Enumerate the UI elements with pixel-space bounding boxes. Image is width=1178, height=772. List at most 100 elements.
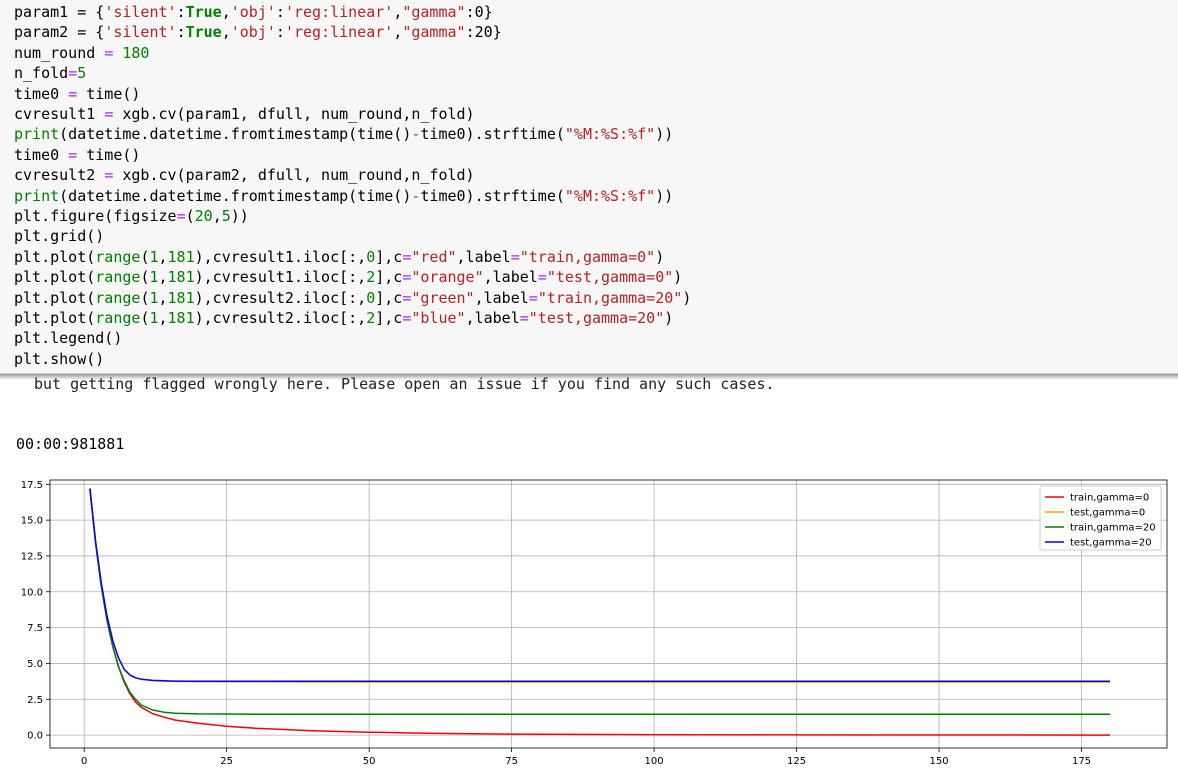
code-line: time0 = time(): [14, 84, 140, 104]
code-token: =: [528, 288, 538, 307]
code-token: 'silent': [104, 3, 177, 21]
code-token: "%M:%S:%f": [564, 186, 656, 205]
code-line: plt.figure(figsize=(20,5)): [14, 206, 249, 226]
code-token: ,label: [456, 247, 511, 266]
code-token: 1: [149, 288, 159, 307]
code-token: 5: [221, 207, 231, 225]
code-token: ,: [212, 207, 222, 225]
x-tick-label: 75: [505, 756, 518, 767]
code-token: ,: [158, 288, 168, 307]
code-token: time0: [14, 145, 69, 164]
y-tick-label: 15.0: [21, 516, 43, 527]
code-token: plt.grid(): [14, 227, 105, 246]
legend-label: test,gamma=0: [1070, 508, 1145, 519]
code-token: (datetime.datetime.fromtimestamp(time(): [59, 186, 412, 205]
code-token: time0).strftime(: [420, 125, 565, 144]
code-token: ),cvresult1.iloc[:,: [194, 268, 367, 287]
code-token: 180: [122, 43, 150, 62]
code-line: plt.show(): [14, 349, 104, 369]
code-token: time0: [14, 84, 69, 103]
code-token: 20: [194, 207, 213, 225]
code-token: "train,gamma=0": [519, 247, 656, 266]
code-token: ): [664, 309, 674, 327]
code-line: plt.plot(range(1,181),cvresult1.iloc[:,2…: [14, 267, 682, 287]
code-token: )): [230, 207, 249, 225]
code-token: True: [185, 23, 222, 42]
code-token: ,: [393, 23, 403, 42]
code-token: time(): [77, 145, 141, 164]
code-token: 0: [366, 288, 376, 307]
code-token: (: [185, 207, 195, 225]
code-token: 'reg:linear': [284, 23, 394, 42]
code-token: n_fold: [14, 64, 69, 83]
code-cell[interactable]: param1 = {'silent':True,'obj':'reg:linea…: [0, 0, 1178, 374]
x-tick-label: 100: [645, 756, 664, 767]
code-token: xgb.cv(param2, dfull, num_round,n_fold): [113, 166, 475, 185]
code-token: True: [185, 3, 222, 21]
code-line: plt.plot(range(1,181),cvresult1.iloc[:,0…: [14, 247, 664, 267]
code-token: range: [95, 288, 141, 307]
code-token: xgb.cv(param1, dfull, num_round,n_fold): [113, 105, 475, 123]
code-token: =: [537, 268, 547, 287]
legend-label: train,gamma=0: [1070, 493, 1149, 504]
code-token: ],c: [375, 247, 403, 266]
code-token: ),cvresult2.iloc[:,: [194, 288, 367, 307]
y-tick-label: 12.5: [21, 551, 43, 562]
code-token: 2: [366, 268, 376, 287]
code-token: ): [673, 268, 683, 287]
code-token: ],c: [375, 288, 403, 307]
stdout-output-text: 00:00:981881: [16, 435, 125, 453]
code-token: "train,gamma=20": [537, 288, 683, 307]
legend-label: train,gamma=20: [1070, 523, 1156, 534]
x-tick-label: 125: [787, 756, 806, 767]
code-token: plt.legend(): [14, 329, 123, 348]
code-line: num_round = 180: [14, 43, 149, 63]
code-token: 181: [167, 288, 195, 307]
code-token: range: [95, 309, 141, 327]
code-token: plt.plot(: [14, 288, 96, 307]
code-line: print(datetime.datetime.fromtimestamp(ti…: [14, 186, 673, 206]
code-token: ,label: [483, 268, 538, 287]
code-token: =: [104, 43, 114, 62]
code-token: ,: [221, 23, 231, 42]
code-token: :: [176, 3, 186, 21]
code-token: ),cvresult2.iloc[:,: [194, 309, 367, 327]
code-token: :: [275, 3, 285, 21]
code-token: print: [14, 125, 60, 144]
code-token: ),cvresult1.iloc[:,: [194, 247, 367, 266]
code-token: "test,gamma=0": [546, 268, 674, 287]
code-token: range: [95, 247, 141, 266]
code-token: ): [655, 247, 665, 266]
x-tick-label: 175: [1072, 756, 1091, 767]
code-token: range: [95, 268, 141, 287]
code-line: cvresult2 = xgb.cv(param2, dfull, num_ro…: [14, 165, 475, 185]
code-line: plt.legend(): [14, 328, 122, 348]
code-line: plt.plot(range(1,181),cvresult2.iloc[:,2…: [14, 308, 673, 328]
code-line: plt.plot(range(1,181),cvresult2.iloc[:,0…: [14, 288, 691, 308]
x-tick-label: 0: [81, 756, 87, 767]
y-tick-label: 7.5: [27, 623, 43, 634]
code-line: time0 = time(): [14, 145, 140, 165]
code-token: "red": [411, 247, 457, 266]
code-token: 5: [77, 64, 87, 83]
code-token: cvresult2: [14, 166, 105, 185]
x-tick-label: 150: [929, 756, 948, 767]
code-token: param1 = {: [14, 3, 105, 21]
code-token: =: [68, 84, 78, 103]
code-token: ,: [158, 268, 168, 287]
x-tick-label: 25: [220, 756, 233, 767]
code-token: ],c: [375, 309, 403, 327]
code-token: 'obj': [230, 23, 276, 42]
code-token: 'silent': [104, 23, 177, 42]
code-token: =: [104, 105, 114, 123]
code-token: )): [655, 125, 674, 144]
code-token: )): [655, 186, 674, 205]
code-token: cvresult1: [14, 105, 105, 123]
code-token: 1: [149, 309, 159, 327]
code-token: 181: [167, 309, 195, 327]
y-tick-label: 5.0: [27, 659, 43, 670]
code-line: param2 = {'silent':True,'obj':'reg:linea…: [14, 22, 502, 42]
code-token: ,label: [474, 288, 529, 307]
line-chart: 0 25 50 75 100 125 150 175 0.0 2.5 5.0 7.5 10.0 12.5 1…: [21, 479, 1168, 767]
code-token: =: [510, 247, 520, 266]
